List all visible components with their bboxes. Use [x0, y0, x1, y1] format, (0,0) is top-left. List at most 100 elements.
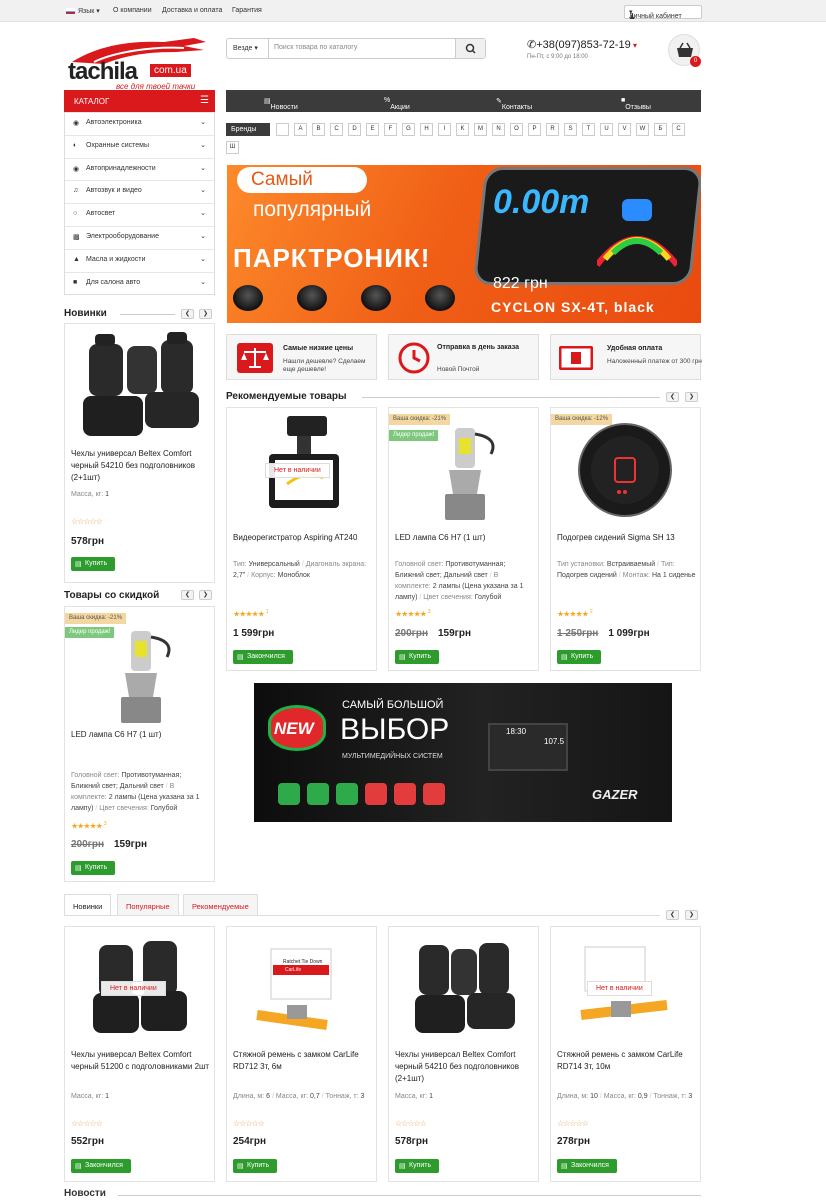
catalog-item[interactable]: ■ Для салона авто ⌄ [65, 271, 214, 295]
brand-letter[interactable]: B [312, 123, 325, 136]
catalog-item[interactable]: ◉ Автоэлектроника ⌄ [65, 112, 214, 135]
brand-letter[interactable]: H [420, 123, 433, 136]
brand-letter[interactable]: O [510, 123, 523, 136]
search-input[interactable]: Поиск товара по каталогу [274, 44, 357, 51]
feature-payment: Удобная оплата Наложенный платеж от 300 … [550, 334, 702, 380]
product-card-seat-heater[interactable]: Ваша скидка: -12% Подогрев сидений Sigma… [550, 407, 701, 671]
brand-letter[interactable]: Б [654, 123, 667, 136]
rating-stars: ★★★★★ 3 [71, 821, 107, 831]
brand-letter[interactable]: E [366, 123, 379, 136]
brand-letter[interactable]: V [618, 123, 631, 136]
sensor-image [361, 285, 391, 311]
chevron-down-icon: ⌄ [200, 141, 206, 149]
chevron-down-icon: ⌄ [200, 187, 206, 195]
catalog-item[interactable]: ♫ Автозвук и видео ⌄ [65, 180, 214, 204]
brand-letter[interactable]: T [582, 123, 595, 136]
menu-icon: ☰ [200, 95, 209, 106]
cart-count: 0 [690, 56, 701, 67]
sold-out-button[interactable]: ▤ Закончился [71, 1159, 131, 1173]
phone-number[interactable]: ✆+38(097)853-72-19 ▾ [527, 38, 637, 51]
next-arrow-icon[interactable]: ❯ [199, 309, 212, 319]
brand-letter[interactable] [276, 123, 289, 136]
multimedia-promo-banner[interactable]: NEW САМЫЙ БОЛЬШОЙ ВЫБОР МУЛЬТИМЕДИЙНЫХ С… [254, 683, 672, 822]
brand-letter[interactable]: F [384, 123, 397, 136]
product-card-dashcam[interactable]: Нет в наличии Видеорегистратор Aspiring … [226, 407, 377, 671]
brand-letter[interactable]: U [600, 123, 613, 136]
brand-letter[interactable]: D [348, 123, 361, 136]
prev-arrow-icon[interactable]: ❮ [666, 392, 679, 402]
nav-promo[interactable]: % Акции [384, 97, 410, 111]
next-arrow-icon[interactable]: ❯ [199, 590, 212, 600]
brand-letter[interactable]: N [492, 123, 505, 136]
cart-button[interactable]: 0 [668, 34, 701, 67]
category-icon: ◉ [73, 165, 80, 173]
tab-product-card[interactable]: Нет в наличии Стяжной ремень с замком Ca… [550, 926, 701, 1182]
brand-letter[interactable]: M [474, 123, 487, 136]
search-scope-select[interactable]: Везде ▾ [227, 39, 269, 58]
brand-letter[interactable]: С [672, 123, 685, 136]
catalog-item[interactable]: ◐ Охранные системы ⌄ [65, 134, 214, 158]
account-button[interactable]: ♟ Личный кабинет ▾ [624, 5, 702, 21]
top-bar: Язык ▾ О компании Доставка и оплата Гара… [0, 0, 826, 22]
tab-product-card[interactable]: Нет в наличии Чехлы универсал Beltex Com… [64, 926, 215, 1182]
brand-letter[interactable]: I [438, 123, 451, 136]
car-sensor-icon [597, 199, 677, 267]
buy-button[interactable]: ▤ Купить [557, 650, 602, 664]
buy-button[interactable]: ▤ Купить [395, 650, 440, 664]
brand-letter[interactable]: P [528, 123, 541, 136]
sold-out-button[interactable]: ▤ Закончился [557, 1159, 617, 1173]
search-button[interactable] [455, 39, 485, 58]
buy-button[interactable]: ▤ Купить [395, 1159, 440, 1173]
tab-recommended[interactable]: Рекомендуемые [183, 894, 258, 916]
link-warranty[interactable]: Гарантия [232, 7, 262, 14]
brand-letter[interactable]: Ш [226, 141, 239, 154]
out-of-stock-badge: Нет в наличии [587, 981, 652, 996]
brand-letter[interactable]: S [564, 123, 577, 136]
language-select[interactable]: Язык ▾ [78, 7, 100, 15]
next-arrow-icon[interactable]: ❯ [685, 910, 698, 920]
nav-reviews[interactable]: ■ Отзывы [621, 97, 651, 111]
rating-stars: ☆☆☆☆☆ [233, 1119, 265, 1128]
sold-out-button[interactable]: ▤ Закончился [233, 650, 293, 664]
brand-letter[interactable]: G [402, 123, 415, 136]
brand-letter[interactable]: R [546, 123, 559, 136]
catalog-item[interactable]: ▲ Масла и жидкости ⌄ [65, 248, 214, 272]
brands-label: Бренды [226, 123, 270, 136]
catalog-item[interactable]: ○ Автосвет ⌄ [65, 203, 214, 226]
tab-popular[interactable]: Популярные [117, 894, 179, 916]
sensor-image [297, 285, 327, 311]
catalog-item[interactable]: ◉ Автопринадлежности ⌄ [65, 157, 214, 181]
sensor-image [233, 285, 263, 311]
main-nav: ▤ Новости % Акции ✎ Контакты ■ Отзывы [226, 90, 701, 112]
buy-button[interactable]: ▤ Купить [71, 557, 116, 571]
tab-product-card[interactable]: Ratchet Tie Down CarLife Стяжной ремень с… [226, 926, 377, 1182]
brand-letter[interactable]: K [456, 123, 469, 136]
tab-product-card[interactable]: Чехлы универсал Beltex Comfort черный 54… [388, 926, 539, 1182]
brand-letter[interactable]: W [636, 123, 649, 136]
buy-button[interactable]: ▤ Купить [71, 861, 116, 875]
product-card-led[interactable]: Ваша скидка: -21% Лидер продаж! LED ламп… [388, 407, 539, 671]
prev-arrow-icon[interactable]: ❮ [181, 309, 194, 319]
prev-arrow-icon[interactable]: ❮ [666, 910, 679, 920]
prev-arrow-icon[interactable]: ❮ [181, 590, 194, 600]
app-icon [394, 783, 416, 805]
link-delivery[interactable]: Доставка и оплата [162, 7, 222, 14]
category-icon: ♫ [73, 187, 79, 195]
seat-covers-image [83, 332, 199, 436]
catalog-item[interactable]: ▩ Электрооборудование ⌄ [65, 225, 214, 249]
parktronic-banner[interactable]: Самый популярный ПАРКТРОНИК! 0.00m 822 г… [227, 165, 701, 323]
link-about[interactable]: О компании [113, 7, 152, 14]
next-arrow-icon[interactable]: ❯ [685, 392, 698, 402]
catalog-header[interactable]: КАТАЛОГ ☰ [64, 90, 215, 112]
nav-contacts[interactable]: ✎ Контакты [496, 97, 532, 111]
brand-letter[interactable]: A [294, 123, 307, 136]
tab-new[interactable]: Новинки [64, 894, 112, 916]
sidebar-new-card[interactable]: Чехлы универсал Beltex Comfort черный 54… [64, 323, 215, 583]
sidebar-sale-card[interactable]: Ваша скидка: -21% Лидер продаж! LED ламп… [64, 606, 215, 882]
rating-stars: ☆☆☆☆☆ [71, 517, 103, 526]
logo[interactable]: tachila com.ua все для твоей тачки [64, 34, 216, 96]
brand-letter[interactable]: C [330, 123, 343, 136]
buy-button[interactable]: ▤ Купить [233, 1159, 278, 1173]
nav-news[interactable]: ▤ Новости [264, 97, 298, 111]
news-heading: Новости [64, 1188, 106, 1199]
